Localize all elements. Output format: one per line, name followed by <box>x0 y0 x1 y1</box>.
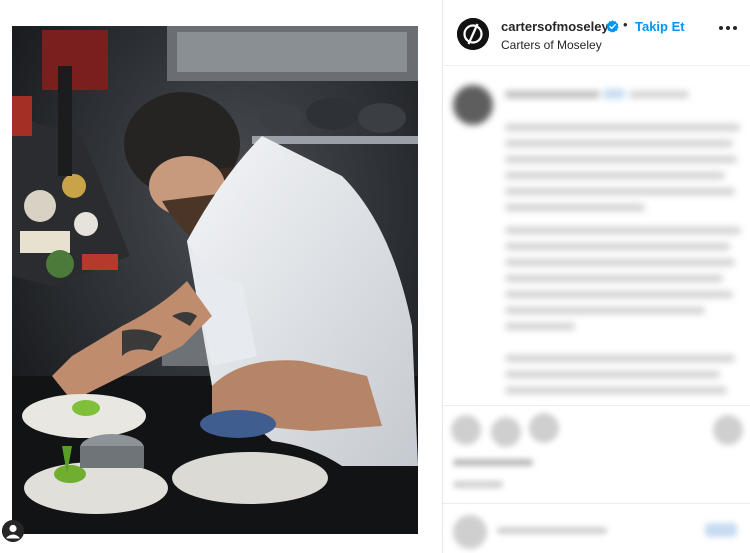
more-options-icon[interactable] <box>719 26 737 32</box>
more-dot <box>733 26 737 30</box>
blurred-emoji-icon <box>453 515 487 549</box>
blurred-timestamp <box>453 481 503 488</box>
separator-dot: • <box>623 17 628 32</box>
blurred-like-icon <box>451 415 481 445</box>
blurred-comment-icon <box>491 417 521 447</box>
media-column <box>0 0 442 553</box>
blurred-post-button <box>705 523 737 537</box>
blurred-share-icon <box>529 413 559 443</box>
blurred-comment-input <box>497 527 607 534</box>
input-divider <box>443 503 750 504</box>
account-display-name[interactable]: Carters of Moseley <box>501 38 602 52</box>
chef-plating-photo <box>12 26 418 534</box>
post-header: cartersofmoseley • Takip Et Carters of M… <box>443 0 750 66</box>
profile-avatar-icon[interactable] <box>2 520 24 542</box>
post-username[interactable]: cartersofmoseley <box>501 19 609 34</box>
more-dot <box>726 26 730 30</box>
verified-badge-icon <box>606 20 619 33</box>
brand-logo-graphic <box>457 18 489 50</box>
blurred-actions <box>443 67 750 553</box>
instagram-post-view: cartersofmoseley • Takip Et Carters of M… <box>0 0 750 553</box>
follow-button[interactable]: Takip Et <box>635 19 685 34</box>
post-photo[interactable] <box>12 26 418 534</box>
blurred-likes-count <box>453 459 533 466</box>
more-dot <box>719 26 723 30</box>
slashed-circle-logo-icon[interactable] <box>457 18 489 50</box>
post-sidebar: cartersofmoseley • Takip Et Carters of M… <box>442 0 750 553</box>
user-silhouette-icon <box>2 520 24 542</box>
blurred-save-icon <box>713 415 743 445</box>
blurred-caption-area <box>443 67 750 553</box>
